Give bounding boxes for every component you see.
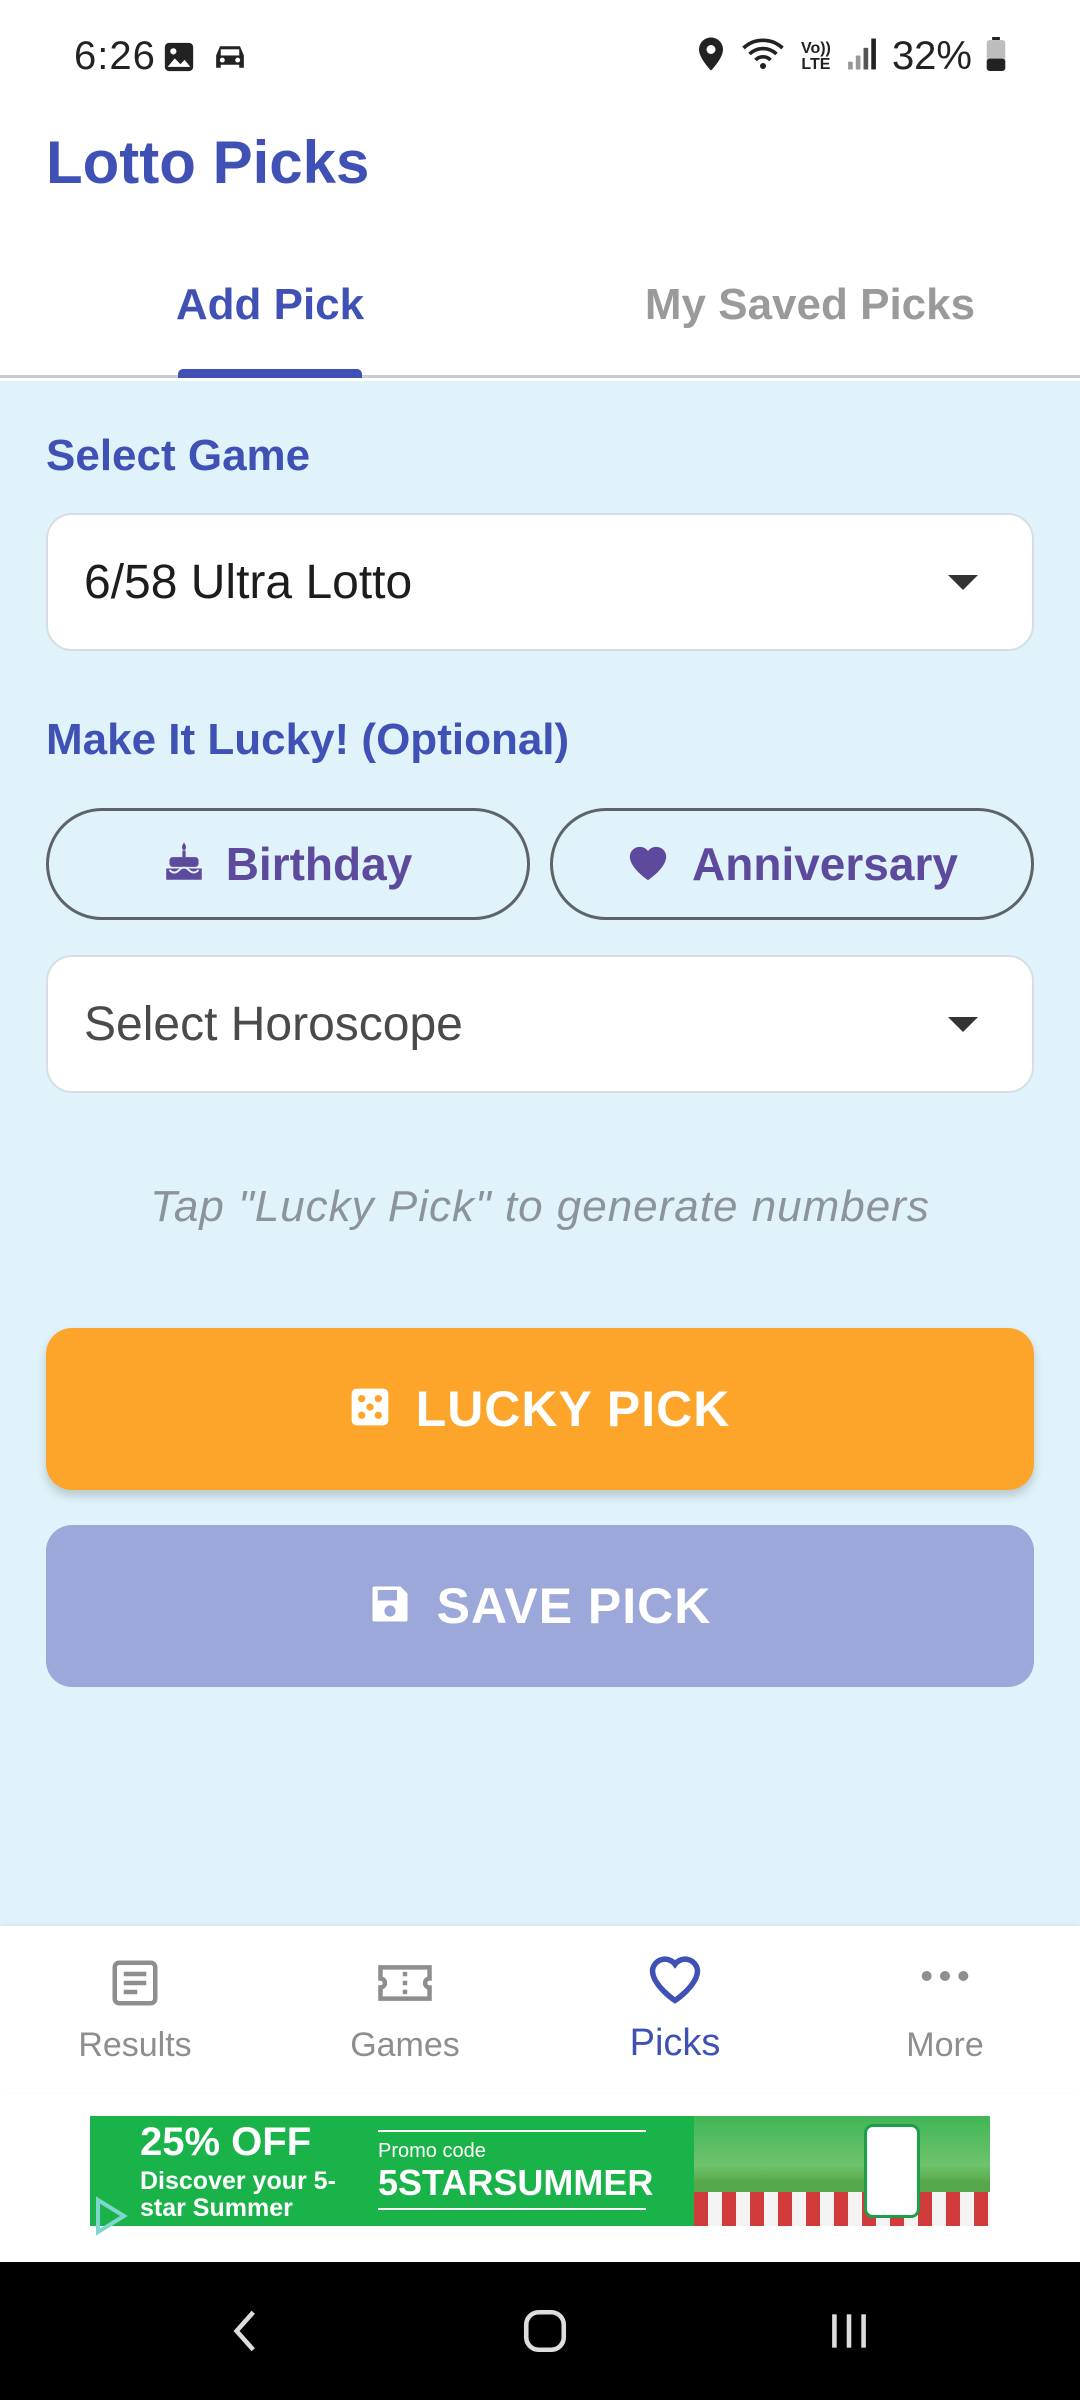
picnic-cloth-graphic xyxy=(694,2192,990,2226)
make-it-lucky-label: Make It Lucky! (Optional) xyxy=(46,715,570,764)
ad-promo-code: 5STARSUMMER xyxy=(378,2162,654,2203)
car-icon xyxy=(210,40,250,79)
save-pick-button[interactable]: SAVE PICK xyxy=(46,1525,1034,1687)
battery-percent: 32% xyxy=(891,34,972,78)
cake-icon xyxy=(164,841,204,888)
ticket-icon xyxy=(270,1956,540,2010)
nav-more-label: More xyxy=(906,2026,984,2064)
ad-image xyxy=(694,2116,990,2226)
system-nav-bar xyxy=(0,2262,1080,2400)
active-tab-indicator xyxy=(178,369,362,378)
ad-headline: 25% OFF xyxy=(140,2120,312,2164)
nav-picks-label: Picks xyxy=(629,2022,721,2064)
anniversary-button[interactable]: Anniversary xyxy=(550,808,1034,920)
battery-icon xyxy=(986,37,1006,76)
tab-add-pick[interactable]: Add Pick xyxy=(0,280,540,330)
select-game-label: Select Game xyxy=(46,431,311,480)
birthday-label: Birthday xyxy=(225,838,413,890)
horoscope-select[interactable]: Select Horoscope xyxy=(46,955,1034,1093)
back-icon[interactable] xyxy=(222,2306,272,2361)
gallery-icon xyxy=(162,40,196,79)
heart-outline-icon xyxy=(540,1950,810,2006)
app-title: Lotto Picks xyxy=(46,129,370,196)
nav-results-label: Results xyxy=(78,2026,192,2064)
ad-subtext: Discover your 5-star Summer xyxy=(140,2167,336,2222)
ad-divider xyxy=(378,2130,646,2132)
add-pick-panel: Select Game 6/58 Ultra Lotto Make It Luc… xyxy=(0,381,1080,1926)
home-icon[interactable] xyxy=(520,2306,570,2361)
dice-icon xyxy=(350,1387,390,1432)
signal-icon xyxy=(846,37,878,76)
article-icon xyxy=(0,1956,270,2010)
bottom-navigation: Results Games Picks More xyxy=(0,1926,1080,2092)
ad-choices-icon[interactable] xyxy=(90,2196,130,2236)
volte-icon: Vo)) LTE xyxy=(800,39,831,73)
save-icon xyxy=(369,1583,411,1630)
nav-picks[interactable]: Picks xyxy=(540,1926,810,2092)
ad-divider xyxy=(378,2208,646,2210)
save-pick-label: SAVE PICK xyxy=(436,1578,712,1634)
ad-banner[interactable]: 25% OFF Discover your 5-star Summer Prom… xyxy=(90,2116,990,2226)
status-time: 6:26 xyxy=(74,34,156,78)
game-select[interactable]: 6/58 Ultra Lotto xyxy=(46,513,1034,651)
birthday-button[interactable]: Birthday xyxy=(46,808,530,920)
heart-icon xyxy=(626,842,670,887)
phone-graphic xyxy=(864,2124,920,2218)
lucky-pick-label: LUCKY PICK xyxy=(415,1381,731,1437)
lucky-pick-button[interactable]: LUCKY PICK xyxy=(46,1328,1034,1490)
nav-more[interactable]: More xyxy=(810,1926,1080,2092)
anniversary-label: Anniversary xyxy=(692,838,958,890)
wifi-icon xyxy=(740,36,786,77)
status-right: Vo)) LTE 32% xyxy=(696,34,1006,79)
status-bar: 6:26 Vo)) LTE 32% xyxy=(0,0,1080,118)
ad-promo-label: Promo code xyxy=(378,2140,486,2162)
location-icon xyxy=(696,36,726,77)
horoscope-select-placeholder: Select Horoscope xyxy=(84,998,463,1051)
nav-games[interactable]: Games xyxy=(270,1926,540,2092)
game-select-value: 6/58 Ultra Lotto xyxy=(84,556,413,609)
nav-results[interactable]: Results xyxy=(0,1926,270,2092)
dropdown-arrow-icon xyxy=(948,1017,978,1032)
recents-icon[interactable] xyxy=(824,2306,874,2361)
dropdown-arrow-icon xyxy=(948,575,978,590)
status-left-icons xyxy=(162,40,250,79)
tab-my-saved-picks[interactable]: My Saved Picks xyxy=(540,280,1080,330)
more-horizontal-icon xyxy=(810,1966,1080,1986)
nav-games-label: Games xyxy=(350,2026,460,2064)
tab-bar: Add Pick My Saved Picks xyxy=(0,250,1080,378)
generate-hint: Tap "Lucky Pick" to generate numbers xyxy=(150,1182,930,1231)
